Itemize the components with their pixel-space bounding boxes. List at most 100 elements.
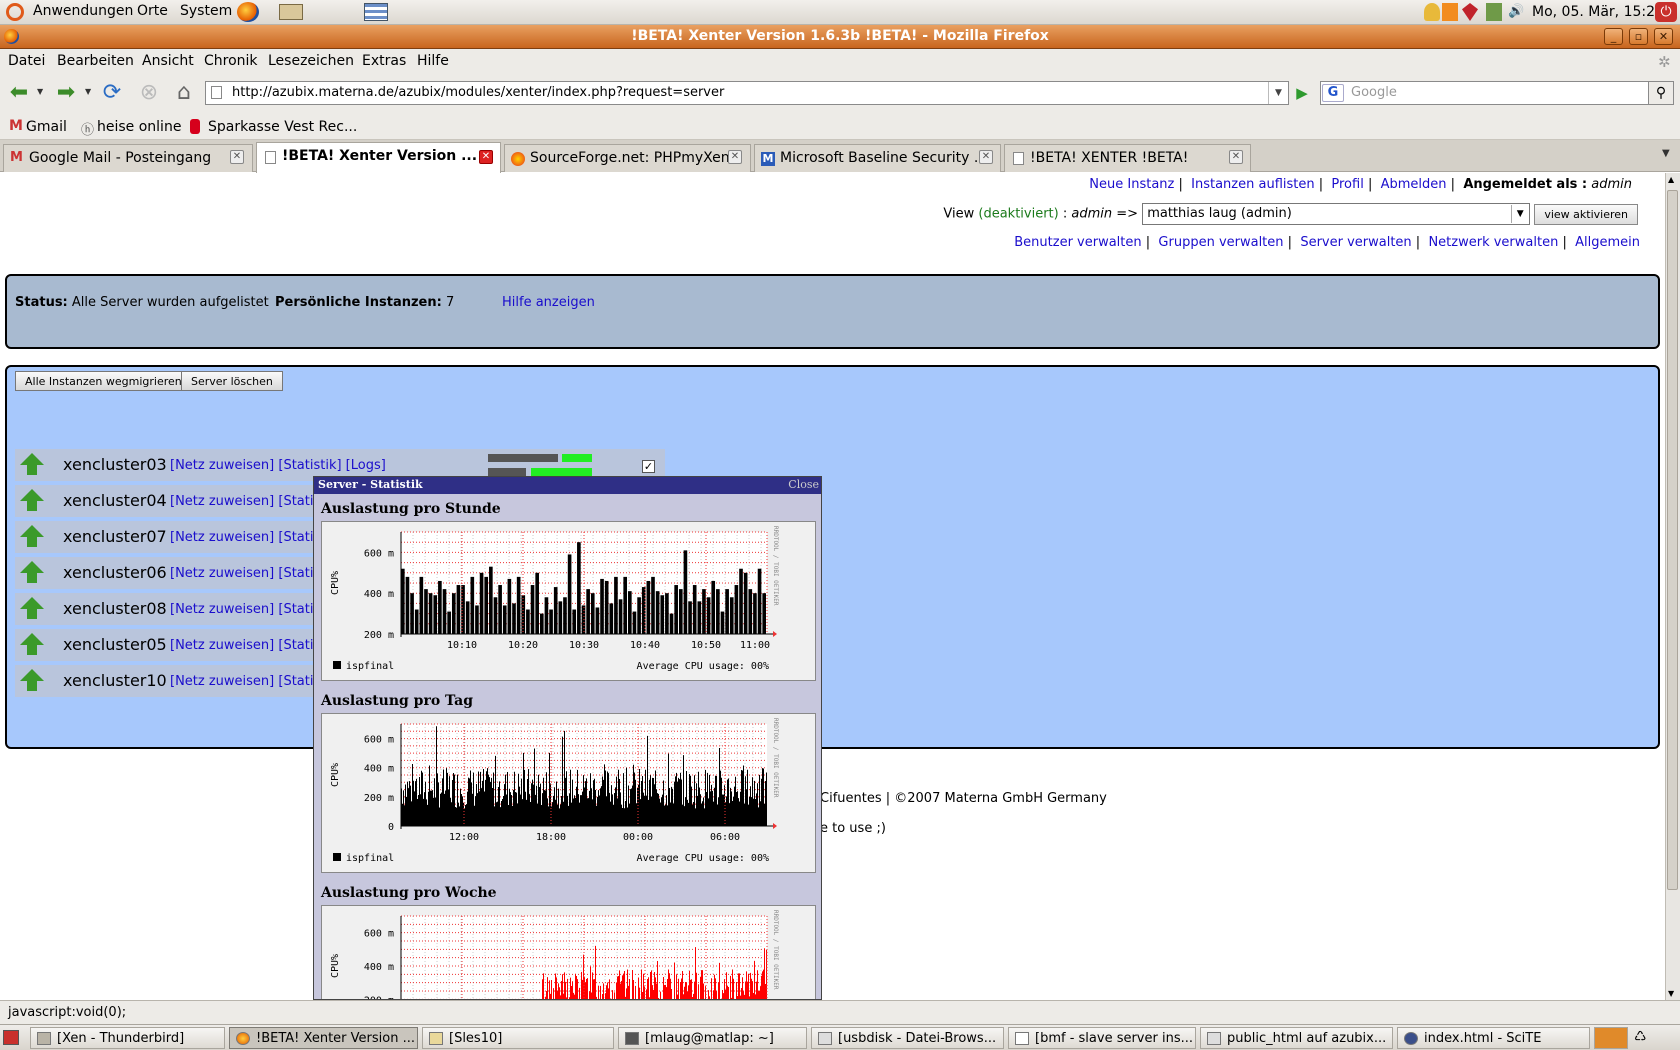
link-gruppen-verwalten[interactable]: Gruppen verwalten (1158, 235, 1283, 250)
power-icon[interactable]: ⏻ (1655, 2, 1677, 22)
server-actions[interactable]: [Netz zuweisen] [Statistik] [Logs] (170, 458, 386, 473)
status-text: Alle Server wurden aufgelistet (71, 295, 269, 310)
menu-orte[interactable]: Orte (137, 3, 168, 19)
link-abmelden[interactable]: Abmelden (1381, 177, 1447, 192)
menu-datei[interactable]: Datei (8, 53, 45, 69)
menu-ansicht[interactable]: Ansicht (142, 53, 194, 69)
forward-history-arrow-icon[interactable]: ▼ (85, 87, 91, 96)
scroll-up-icon[interactable]: ▲ (1668, 175, 1674, 184)
volume-icon[interactable]: 🔊 (1508, 3, 1524, 21)
bookmark-heise[interactable]: heise online (97, 119, 181, 135)
task-sles10[interactable]: [Sles10] (422, 1027, 614, 1049)
reload-button[interactable]: ⟳ (98, 80, 126, 106)
menu-bearbeiten[interactable]: Bearbeiten (57, 53, 134, 69)
scrollbar-thumb[interactable] (1667, 190, 1678, 890)
link-instanzen-auflisten[interactable]: Instanzen auflisten (1191, 177, 1314, 192)
tab-close-icon[interactable]: ✕ (479, 150, 493, 164)
menu-chronik[interactable]: Chronik (204, 53, 258, 69)
user-tray-icon[interactable] (1424, 3, 1440, 21)
link-server-verwalten[interactable]: Server verwalten (1300, 235, 1411, 250)
chart-hour-svg: 200 m 400 m 600 m 10:10 10:20 10:30 10:40 10:50… (330, 526, 779, 672)
menu-hilfe[interactable]: Hilfe (417, 53, 449, 69)
server-actions[interactable]: [Netz zuweisen] [Statist (170, 494, 325, 509)
link-benutzer-verwalten[interactable]: Benutzer verwalten (1014, 235, 1141, 250)
bookmark-sparkasse[interactable]: Sparkasse Vest Rec... (208, 119, 357, 135)
view-user-select[interactable]: matthias laug (admin) ▼ (1142, 203, 1531, 225)
menu-system[interactable]: System (180, 3, 232, 19)
popup-header: Server - Statistik Close (314, 477, 821, 494)
popup-close-button[interactable]: Close (788, 478, 819, 491)
tab-sourceforge[interactable]: SourceForge.net: PHPmyXen (504, 144, 751, 172)
hilfe-anzeigen-link[interactable]: Hilfe anzeigen (502, 295, 595, 310)
mail-launcher-icon[interactable] (279, 4, 303, 20)
tab-close-icon[interactable]: ✕ (728, 150, 742, 164)
footer-credits: Cifuentes | ©2007 Materna GmbH Germany (820, 791, 1107, 806)
tab-close-icon[interactable]: ✕ (1229, 150, 1243, 164)
search-engine-google-icon[interactable]: G (1322, 84, 1344, 102)
bookmark-gmail[interactable]: Gmail (26, 119, 67, 135)
go-button[interactable]: ▶ (1290, 81, 1314, 105)
chart-bar (484, 576, 489, 634)
menu-extras[interactable]: Extras (362, 53, 406, 69)
task-usbdisk[interactable]: [usbdisk - Datei-Brows... (811, 1027, 1004, 1049)
update-tray-icon[interactable] (1442, 3, 1458, 21)
server-actions[interactable]: [Netz zuweisen] [Statist (170, 530, 325, 545)
server-name: xencluster08 (63, 599, 167, 618)
scroll-down-icon[interactable]: ▼ (1668, 989, 1674, 998)
server-actions[interactable]: [Netz zuweisen] [Statist (170, 638, 325, 653)
minimize-button[interactable]: _ (1604, 28, 1623, 45)
close-window-button[interactable]: ✕ (1654, 28, 1673, 45)
tab-close-icon[interactable]: ✕ (230, 150, 244, 164)
trash-icon[interactable]: ♺ (1634, 1029, 1647, 1045)
menu-anwendungen[interactable]: Anwendungen (33, 3, 133, 19)
task-firefox[interactable]: !BETA! Xenter Version ... (229, 1027, 418, 1049)
tab-close-icon[interactable]: ✕ (979, 150, 993, 164)
link-neue-instanz[interactable]: Neue Instanz (1089, 177, 1174, 192)
server-select-checkbox[interactable]: ✓ (642, 460, 655, 473)
link-allgemein[interactable]: Allgemein (1575, 235, 1640, 250)
firefox-launcher-icon[interactable] (237, 2, 259, 22)
clock[interactable]: Mo, 05. Mär, 15:28 (1532, 4, 1664, 20)
server-actions[interactable]: [Netz zuweisen] [Statist (170, 602, 325, 617)
stop-button[interactable]: ⊗ (135, 80, 163, 106)
chart-bar (475, 605, 479, 634)
chart-bar (507, 578, 512, 634)
view-aktivieren-button[interactable]: view aktivieren (1534, 203, 1638, 225)
alle-instanzen-wegmigrieren-button[interactable]: Alle Instanzen wegmigrieren (15, 371, 192, 391)
network-launcher-icon[interactable] (364, 3, 388, 21)
search-input[interactable]: Google (1320, 81, 1650, 105)
server-actions[interactable]: [Netz zuweisen] [Statist (170, 566, 325, 581)
task-bmf[interactable]: [bmf - slave server ins... (1008, 1027, 1196, 1049)
chart-bar (725, 589, 729, 634)
url-history-dropdown[interactable]: ▼ (1268, 82, 1288, 104)
back-history-arrow-icon[interactable]: ▼ (37, 87, 43, 96)
show-desktop-icon[interactable] (3, 1030, 19, 1045)
link-netzwerk-verwalten[interactable]: Netzwerk verwalten (1428, 235, 1558, 250)
server-loeschen-button[interactable]: Server löschen (181, 371, 283, 391)
task-terminal[interactable]: [mlaug@matlap: ~] (618, 1027, 807, 1049)
tab-xenter-beta[interactable]: !BETA! XENTER !BETA! (1004, 144, 1251, 172)
server-actions[interactable]: [Netz zuweisen] [Statist (170, 674, 325, 689)
task-thunderbird[interactable]: [Xen - Thunderbird] (30, 1027, 225, 1049)
battery-tray-icon[interactable] (1486, 3, 1502, 21)
task-public-html[interactable]: public_html auf azubix... (1200, 1027, 1393, 1049)
home-button[interactable]: ⌂ (170, 80, 198, 106)
tab-microsoft-baseline[interactable]: M Microsoft Baseline Security ... (754, 144, 1001, 172)
tab-xenter[interactable]: !BETA! Xenter Version ... (256, 142, 501, 173)
link-profil[interactable]: Profil (1331, 177, 1363, 192)
tab-google-mail[interactable]: M Google Mail - Posteingang (3, 144, 253, 172)
tab-list-arrow-icon[interactable]: ▼ (1662, 148, 1670, 159)
firefox-applet-icon[interactable] (1594, 1027, 1628, 1049)
forward-button[interactable]: ➡ (52, 80, 80, 106)
search-magnifier-icon[interactable]: ⚲ (1648, 81, 1674, 105)
ubuntu-logo-icon[interactable] (6, 3, 24, 21)
back-button[interactable]: ⬅ (5, 80, 33, 106)
task-scite[interactable]: index.html - SciTE (1397, 1027, 1590, 1049)
chart-bar (470, 576, 475, 634)
menu-lesezeichen[interactable]: Lesezeichen (268, 53, 354, 69)
url-bar[interactable]: http://azubix.materna.de/azubix/modules/… (205, 81, 1289, 105)
ruby-tray-icon[interactable] (1462, 3, 1478, 21)
chevron-down-icon[interactable]: ▼ (1511, 205, 1528, 223)
chart-bar (428, 593, 433, 634)
maximize-button[interactable]: ▫ (1629, 28, 1648, 45)
